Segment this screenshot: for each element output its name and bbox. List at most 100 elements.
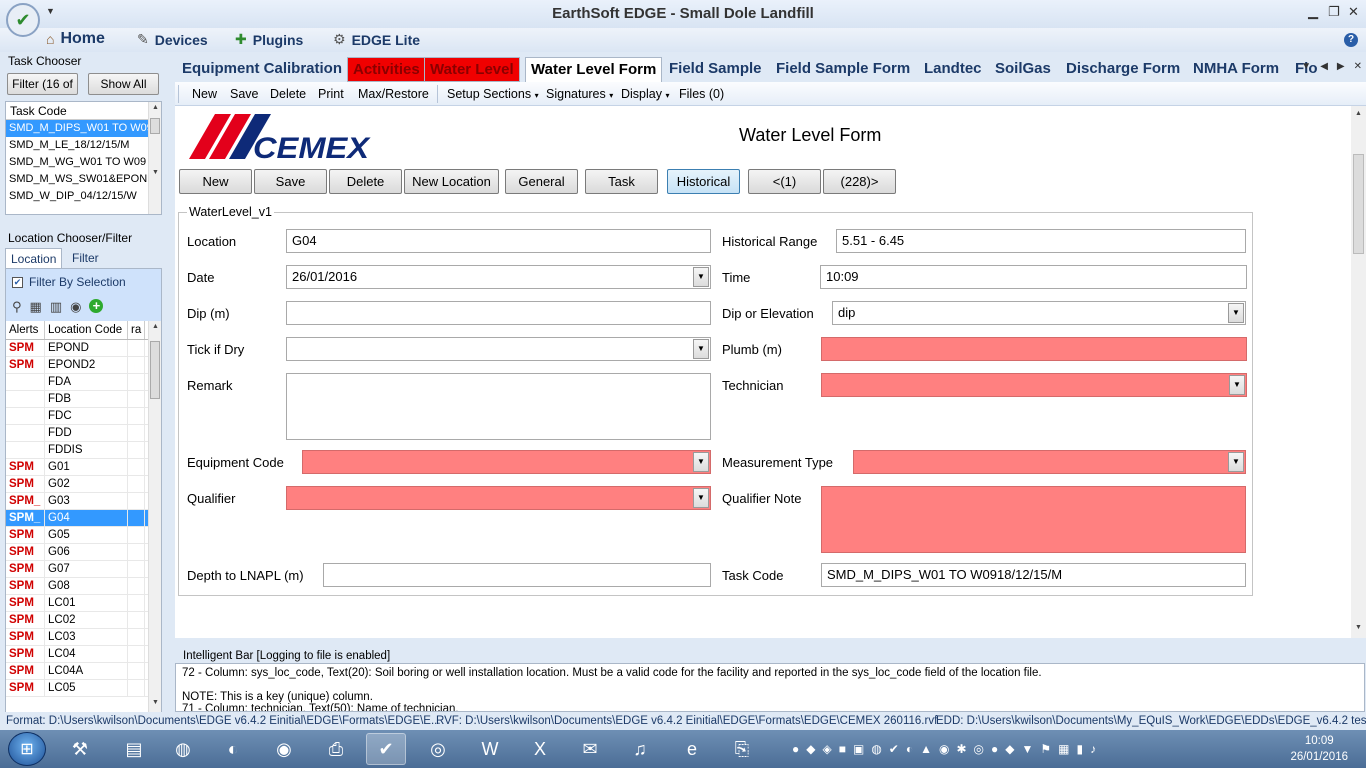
tray-icon[interactable]: ■ <box>839 742 846 756</box>
menu-home[interactable]: ⌂ Home <box>46 30 105 48</box>
location-input[interactable]: G04 <box>286 229 711 253</box>
firefox-icon[interactable]: ◐ <box>213 733 253 765</box>
location-row[interactable]: FDB <box>6 391 161 408</box>
toolbar-print[interactable]: Print <box>318 87 344 101</box>
word-icon[interactable]: W <box>470 733 510 765</box>
plumb-input[interactable] <box>821 337 1247 361</box>
measurement-type-select[interactable]: ▼ <box>853 450 1246 474</box>
tab-water-level[interactable]: Water Level <box>424 57 520 82</box>
task-code-header[interactable]: Task Code <box>6 102 161 120</box>
tray-icon[interactable]: ◆ <box>806 742 815 756</box>
file-explorer-icon[interactable]: ▤ <box>114 733 154 765</box>
tray-icon[interactable]: ◈ <box>822 742 831 756</box>
tools-icon[interactable]: ⚒ <box>60 733 100 765</box>
tab-soilgas[interactable]: SoilGas <box>990 57 1056 82</box>
menu-devices[interactable]: ✎ Devices <box>137 31 208 48</box>
close-icon[interactable]: ✕ <box>1348 4 1359 20</box>
minimize-icon[interactable]: ▁ <box>1308 4 1318 20</box>
globe-icon[interactable]: ◉ <box>70 299 81 315</box>
location-row[interactable]: SPM LC04A <box>6 663 161 680</box>
tab-landtec[interactable]: Landtec <box>919 57 987 82</box>
equis-icon[interactable]: ◉ <box>264 733 304 765</box>
edge-app-icon[interactable]: ✔ <box>366 733 406 765</box>
scroll-down-icon[interactable]: ▼ <box>149 169 161 176</box>
grid-icon[interactable]: ▦ <box>30 299 42 315</box>
dip-input[interactable] <box>286 301 711 325</box>
dip-or-elevation-dropdown-icon[interactable]: ▼ <box>1228 303 1244 323</box>
measurement-type-dropdown-icon[interactable]: ▼ <box>1228 452 1244 472</box>
tray-icon[interactable]: ◉ <box>939 742 949 756</box>
flag-icon[interactable]: ⚑ <box>1040 742 1051 756</box>
form-delete-button[interactable]: Delete <box>329 169 402 194</box>
location-row[interactable]: SPM G05 <box>6 527 161 544</box>
time-input[interactable]: 10:09 <box>820 265 1247 289</box>
location-row[interactable]: FDC <box>6 408 161 425</box>
tray-icon[interactable]: ◆ <box>1005 742 1014 756</box>
help-icon[interactable]: ? <box>1344 33 1358 47</box>
location-row[interactable]: SPM_ G03 <box>6 493 161 510</box>
task-code-input[interactable]: SMD_M_DIPS_W01 TO W0918/12/15/M <box>821 563 1246 587</box>
form-scrollbar[interactable]: ▲ ▼ <box>1351 106 1366 638</box>
location-row[interactable]: SPM_ G04 <box>6 510 161 527</box>
tab-equipment-calibration[interactable]: Equipment Calibration <box>177 57 347 82</box>
scroll-up-icon[interactable]: ▲ <box>149 104 161 111</box>
location-row[interactable]: SPM LC04 <box>6 646 161 663</box>
printer-icon[interactable]: ⎙ <box>316 733 356 765</box>
tab-location[interactable]: Location <box>5 248 63 268</box>
outlook-icon[interactable]: ✉ <box>570 733 610 765</box>
tab-close-icon[interactable]: ✕ <box>1354 61 1362 72</box>
qualifier-note-textarea[interactable] <box>821 486 1246 553</box>
scroll-thumb[interactable] <box>150 341 160 399</box>
new-location-button[interactable]: New Location <box>404 169 499 194</box>
technician-select[interactable]: ▼ <box>821 373 1247 397</box>
location-row[interactable]: FDA <box>6 374 161 391</box>
toolbar-files[interactable]: Files (0) <box>679 87 724 101</box>
location-row[interactable]: SPM LC05 <box>6 680 161 697</box>
scroll-down-icon[interactable]: ▼ <box>149 699 161 706</box>
location-row[interactable]: SPM G02 <box>6 476 161 493</box>
tab-list-dropdown-icon[interactable]: ▼ <box>1301 61 1311 72</box>
scroll-thumb[interactable] <box>150 118 160 134</box>
tray-icon[interactable]: ▣ <box>853 742 864 756</box>
filter-checkbox[interactable]: ✔ <box>12 276 23 288</box>
tray-icon[interactable]: ◎ <box>974 742 984 756</box>
task-code-row[interactable]: SMD_M_WG_W01 TO W09 <box>6 154 148 171</box>
location-row[interactable]: SPM LC02 <box>6 612 161 629</box>
scroll-down-icon[interactable]: ▼ <box>1351 624 1366 631</box>
office-icon[interactable]: ◍ <box>163 733 203 765</box>
tray-icon[interactable]: ● <box>792 742 799 756</box>
date-dropdown-icon[interactable]: ▼ <box>693 267 709 287</box>
itunes-icon[interactable]: ♫ <box>620 733 660 765</box>
maximize-icon[interactable]: ❐ <box>1328 4 1340 20</box>
funnel-icon[interactable]: ⚲ <box>12 299 22 315</box>
toolbar-new[interactable]: New <box>192 87 217 101</box>
location-scrollbar[interactable]: ▲ ▼ <box>148 321 161 714</box>
tick-if-dry-dropdown-icon[interactable]: ▼ <box>693 339 709 359</box>
tray-icon[interactable]: ✔ <box>889 742 899 756</box>
toolbar-setup-sections[interactable]: Setup Sections ▾ <box>447 87 539 101</box>
tick-if-dry-select[interactable]: ▼ <box>286 337 711 361</box>
historical-range-input[interactable]: 5.51 - 6.45 <box>836 229 1246 253</box>
tab-activities[interactable]: Activities <box>347 57 426 82</box>
historical-button[interactable]: Historical <box>667 169 740 194</box>
clock[interactable]: 10:09 26/01/2016 <box>1290 733 1348 765</box>
internet-explorer-icon[interactable]: e <box>672 733 712 765</box>
tab-next-icon[interactable]: ▶ <box>1337 61 1345 72</box>
add-icon[interactable]: + <box>89 299 104 313</box>
tray-icon[interactable]: ▲ <box>920 742 932 756</box>
task-code-row[interactable]: SMD_M_DIPS_W01 TO W09 <box>6 120 148 137</box>
intelligent-bar[interactable]: 72 - Column: sys_loc_code, Text(20): Soi… <box>175 663 1365 712</box>
task-code-row[interactable]: SMD_W_DIP_04/12/15/W <box>6 188 148 205</box>
qualifier-select[interactable]: ▼ <box>286 486 711 510</box>
excel-icon[interactable]: X <box>520 733 560 765</box>
location-row[interactable]: SPM EPOND <box>6 340 161 357</box>
task-code-list[interactable]: Task Code SMD_M_DIPS_W01 TO W09 SMD_M_LE_… <box>5 101 162 215</box>
scroll-thumb[interactable] <box>1353 154 1364 254</box>
task-button[interactable]: Task <box>585 169 658 194</box>
location-row[interactable]: SPM LC01 <box>6 595 161 612</box>
technician-dropdown-icon[interactable]: ▼ <box>1229 375 1245 395</box>
tray-icon[interactable]: ▦ <box>1058 742 1069 756</box>
tray-icon[interactable]: ✱ <box>956 742 966 756</box>
tab-field-sample-form[interactable]: Field Sample Form <box>771 57 915 82</box>
menu-edge-lite[interactable]: ⚙ EDGE Lite <box>333 31 420 48</box>
